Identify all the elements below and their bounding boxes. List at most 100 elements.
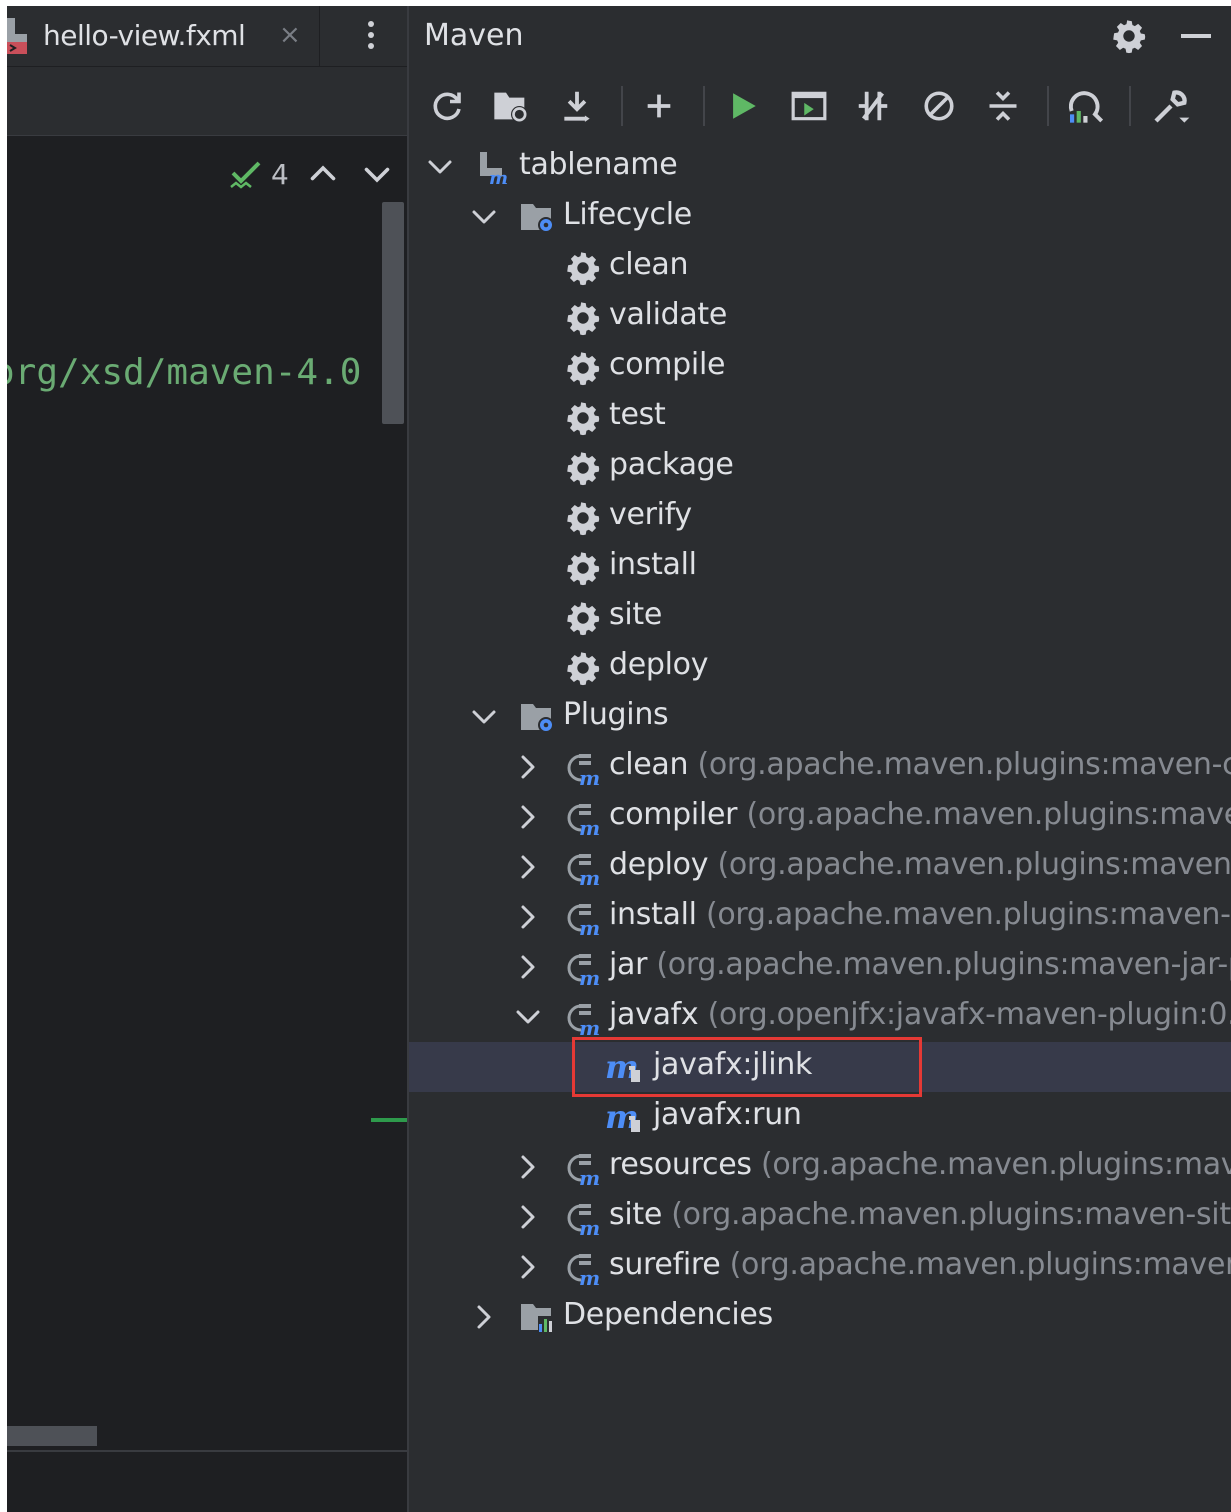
goal-javafx-run[interactable]: javafx:run [409,1092,1231,1142]
plugin-site[interactable]: site (org.apache.maven.plugins:maven-sit… [409,1192,1231,1242]
inspection-widget[interactable]: 4 [229,154,289,194]
maven-project-icon [475,150,511,186]
chevron-right-icon[interactable] [513,802,543,832]
chevron-right-icon[interactable] [513,852,543,882]
goal-label: validate [609,297,728,332]
maven-plugin-icon [565,1200,601,1236]
vertical-scrollbar[interactable] [382,202,404,424]
plugin-compiler[interactable]: compiler (org.apache.maven.plugins:maven… [409,792,1231,842]
maven-toolbar [409,76,1231,136]
collapse-all-icon[interactable] [981,84,1025,128]
goal-label: verify [609,497,692,532]
tree-node-plugins[interactable]: Plugins [409,692,1231,742]
tree-node-label: tablename [519,147,678,182]
plugin-coordinates: (org.apache.maven.plugins:maven-surefire… [729,1247,1231,1282]
tree-node-lifecycle[interactable]: Lifecycle [409,192,1231,242]
maven-plugin-icon [565,750,601,786]
minimize-icon[interactable] [1181,34,1211,38]
gear-icon [565,650,601,686]
tree-node-project[interactable]: tablename [409,142,1231,192]
plugin-jar[interactable]: jar (org.apache.maven.plugins:maven-jar-… [409,942,1231,992]
plugin-deploy[interactable]: deploy (org.apache.maven.plugins:maven-d… [409,842,1231,892]
close-icon[interactable]: × [279,20,301,50]
editor-tab[interactable]: hello-view.fxml × [7,6,320,66]
add-icon[interactable] [637,84,681,128]
plugin-clean[interactable]: clean (org.apache.maven.plugins:maven-cl… [409,742,1231,792]
chevron-right-icon[interactable] [513,752,543,782]
skip-tests-icon[interactable] [917,84,961,128]
lifecycle-goal-verify[interactable]: verify [409,492,1231,542]
chevron-right-icon[interactable] [469,1302,499,1332]
plugin-install[interactable]: install (org.apache.maven.plugins:maven-… [409,892,1231,942]
fxml-file-icon [7,18,27,54]
tree-node-label: Plugins [563,697,669,732]
gear-icon [565,250,601,286]
chevron-down-icon[interactable] [513,1002,543,1032]
generate-sources-icon[interactable] [489,84,533,128]
maven-title: Maven [424,18,524,53]
goal-label: javafx:jlink [653,1047,813,1082]
plugin-coordinates: (org.apache.maven.plugins:maven-compiler… [746,797,1231,832]
gear-icon [565,450,601,486]
goal-javafx-jlink[interactable]: javafx:jlink [409,1042,1231,1092]
plugin-name: surefire [609,1247,721,1282]
dependencies-folder-icon [519,1300,555,1336]
run-icon[interactable] [721,84,765,128]
chevron-right-icon[interactable] [513,952,543,982]
plugin-javafx[interactable]: javafx (org.openjfx:javafx-maven-plugin:… [409,992,1231,1042]
execute-goal-icon[interactable] [787,84,831,128]
plugin-name: install [609,897,697,932]
lifecycle-goal-package[interactable]: package [409,442,1231,492]
maven-plugin-icon [565,1150,601,1186]
plugin-name: resources [609,1147,752,1182]
inspection-check-icon [230,161,261,189]
chevron-down-icon[interactable] [469,202,499,232]
chevron-down-icon[interactable] [359,156,395,192]
plugins-folder-icon [519,700,555,736]
lifecycle-goal-clean[interactable]: clean [409,242,1231,292]
reload-icon[interactable] [425,84,469,128]
toggle-offline-icon[interactable] [851,84,895,128]
goal-label: clean [609,247,689,282]
lifecycle-goal-site[interactable]: site [409,592,1231,642]
maven-plugin-icon [565,950,601,986]
lifecycle-goal-test[interactable]: test [409,392,1231,442]
plugin-coordinates: (org.openjfx:javafx-maven-plugin:0.0.8) [707,997,1231,1032]
ide-window: hello-view.fxml × 4 org/xsd/maven-4.0 Ma… [7,6,1231,1512]
settings-wrench-icon[interactable] [1149,84,1193,128]
inspection-count: 4 [271,157,289,191]
chevron-up-icon[interactable] [305,156,341,192]
plugin-surefire[interactable]: surefire (org.apache.maven.plugins:maven… [409,1242,1231,1292]
plugin-resources[interactable]: resources (org.apache.maven.plugins:mave… [409,1142,1231,1192]
chevron-right-icon[interactable] [513,1202,543,1232]
lifecycle-goal-deploy[interactable]: deploy [409,642,1231,692]
horizontal-scrollbar[interactable] [7,1426,97,1446]
goal-label: install [609,547,697,582]
toolbar-separator [1129,86,1131,126]
more-options-icon[interactable] [361,16,381,56]
goal-label: javafx:run [653,1097,802,1132]
goal-label: test [609,397,666,432]
chevron-right-icon[interactable] [513,1152,543,1182]
plugin-name: site [609,1197,662,1232]
chevron-down-icon[interactable] [469,702,499,732]
lifecycle-goal-validate[interactable]: validate [409,292,1231,342]
gear-icon [565,550,601,586]
chevron-down-icon[interactable] [425,152,455,182]
plugin-name: compiler [609,797,738,832]
lifecycle-goal-install[interactable]: install [409,542,1231,592]
gear-icon [565,500,601,536]
analyze-dependencies-icon[interactable] [1063,84,1107,128]
chevron-right-icon[interactable] [513,902,543,932]
toolbar-separator [703,86,705,126]
gear-icon[interactable] [1111,18,1147,54]
editor-pane[interactable]: hello-view.fxml × 4 org/xsd/maven-4.0 [7,6,409,1512]
plugin-name: jar [609,947,648,982]
plugin-coordinates: (org.apache.maven.plugins:maven-site-plu… [671,1197,1231,1232]
code-line[interactable]: org/xsd/maven-4.0 [7,352,393,393]
download-icon[interactable] [555,84,599,128]
lifecycle-goal-compile[interactable]: compile [409,342,1231,392]
tree-node-dependencies[interactable]: Dependencies [409,1292,1231,1342]
maven-plugin-icon [565,850,601,886]
chevron-right-icon[interactable] [513,1252,543,1282]
